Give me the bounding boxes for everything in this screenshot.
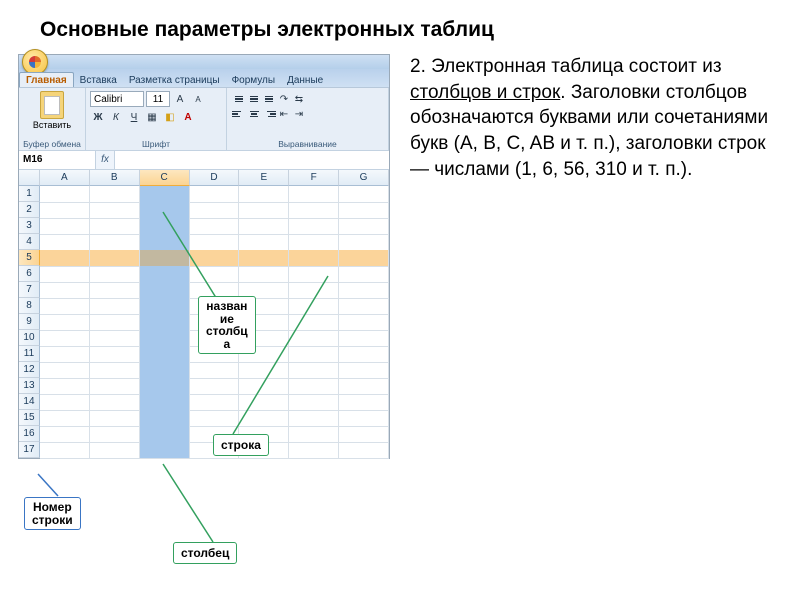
callout-row: строка	[213, 434, 269, 456]
callout-column-name: назван ие столбц а	[198, 296, 256, 354]
description-text: 2. Электронная таблица состоит из столбц…	[410, 54, 788, 182]
callout-column: столбец	[173, 542, 237, 564]
illustration-panel: Главная Вставка Разметка страницы Формул…	[18, 54, 398, 554]
page-title: Основные параметры электронных таблиц	[0, 0, 800, 54]
callout-row-number: Номер строки	[24, 497, 81, 530]
